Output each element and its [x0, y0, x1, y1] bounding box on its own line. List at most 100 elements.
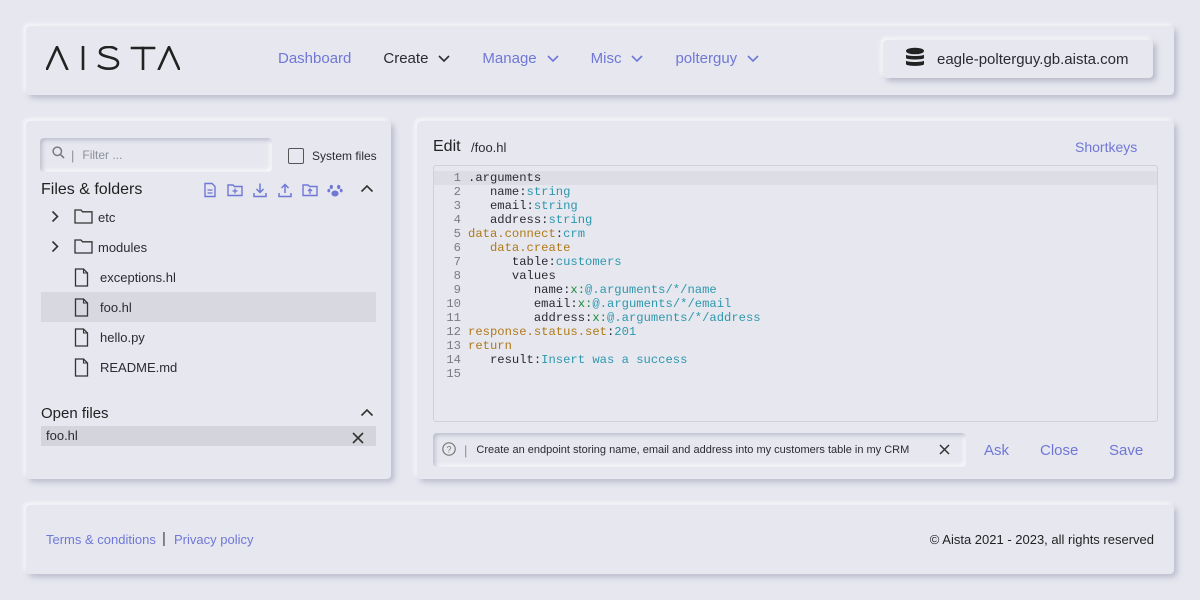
code-line[interactable]: 5 data.connect:crm [434, 227, 585, 241]
line-number: 14 [446, 353, 461, 367]
file-icon [74, 358, 89, 380]
tree-item-label: etc [98, 210, 116, 225]
chevron-up-icon[interactable] [360, 180, 374, 194]
tree-item-modules[interactable]: modules [41, 232, 376, 262]
paw-icon[interactable] [327, 182, 343, 198]
line-number: 3 [453, 199, 461, 213]
upload-folder-icon[interactable] [302, 182, 318, 198]
code-line[interactable]: 2 name:string [434, 185, 571, 199]
save-button[interactable]: Save [1109, 442, 1143, 459]
editor-file-path: /foo.hl [471, 140, 507, 155]
svg-text:?: ? [446, 444, 451, 454]
ai-prompt-field[interactable]: ? | Create an endpoint storing name, ema… [433, 433, 966, 467]
line-number: 6 [453, 241, 461, 255]
code-token: .arguments [468, 171, 542, 185]
folder-icon [74, 208, 93, 227]
terms-link[interactable]: Terms & conditions [46, 532, 156, 547]
line-number: 15 [446, 367, 461, 381]
file-icon [74, 298, 89, 320]
code-line[interactable]: 8 values [434, 269, 556, 283]
line-number: 11 [446, 311, 461, 325]
code-line[interactable]: 10 email:x:@.arguments/*/email [434, 297, 731, 311]
nav-manage[interactable]: Manage [482, 50, 559, 67]
privacy-link[interactable]: Privacy policy [174, 532, 253, 547]
code-token: customers [555, 255, 622, 269]
open-file-item[interactable]: foo.hl [41, 426, 376, 446]
line-number: 7 [453, 255, 461, 269]
code-line[interactable]: 11 address:x:@.arguments/*/address [434, 311, 760, 325]
code-line[interactable]: 9 name:x:@.arguments/*/name [434, 283, 717, 297]
editor-title: Edit [433, 138, 461, 155]
code-line[interactable]: 12 response.status.set:201 [434, 325, 636, 339]
code-line[interactable]: 15 [434, 367, 468, 381]
nav-dashboard-label: Dashboard [278, 50, 352, 67]
nav-create[interactable]: Create [383, 50, 450, 67]
tree-item-etc[interactable]: etc [41, 202, 376, 232]
code-token: x: [570, 283, 586, 297]
code-token: : [526, 199, 534, 213]
download-icon[interactable] [252, 182, 268, 198]
nav-misc[interactable]: Misc [591, 50, 644, 67]
code-token: @.arguments/*/name [585, 283, 717, 297]
code-line[interactable]: 6 data.create [434, 241, 571, 255]
folder-icon [74, 238, 93, 257]
line-number: 1 [453, 171, 461, 185]
code-line[interactable]: 14 result:Insert was a success [434, 353, 687, 367]
ask-button[interactable]: Ask [984, 442, 1009, 459]
code-line[interactable]: 3 email:string [434, 199, 578, 213]
open-files-title: Open files [41, 405, 109, 422]
database-icon [905, 47, 925, 71]
code-token: string [533, 199, 578, 213]
code-token: x: [592, 311, 607, 325]
chevron-right-icon[interactable] [51, 240, 59, 256]
line-number: 9 [453, 283, 461, 297]
clear-icon[interactable] [939, 444, 950, 458]
footer-separator: | [162, 530, 166, 547]
code-token: Insert was a success [541, 353, 688, 367]
system-files-checkbox[interactable] [288, 148, 304, 164]
ai-prompt-text[interactable]: Create an endpoint storing name, email a… [476, 444, 931, 456]
new-file-icon[interactable] [202, 182, 218, 198]
tree-item-label: hello.py [100, 330, 145, 345]
code-token: crm [563, 227, 586, 241]
input-divider: | [464, 442, 468, 458]
new-folder-icon[interactable] [227, 182, 243, 198]
code-token: address [468, 311, 586, 325]
system-files-toggle[interactable]: System files [288, 148, 377, 164]
code-token: address [468, 213, 542, 227]
nav-create-label: Create [383, 50, 429, 67]
upload-icon[interactable] [277, 182, 293, 198]
nav-manage-label: Manage [482, 50, 537, 67]
tree-item-exceptions-hl[interactable]: exceptions.hl [41, 262, 376, 292]
editor-panel: Edit /foo.hl Shortkeys 1 .arguments 2 name… [417, 121, 1174, 479]
code-line[interactable]: 1 .arguments [434, 171, 541, 185]
code-token: values [468, 269, 556, 283]
code-editor[interactable]: 1 .arguments 2 name:string 3 email:string 4 … [433, 165, 1158, 422]
code-line[interactable]: 4 address:string [434, 213, 593, 227]
code-token: : [519, 185, 527, 199]
file-toolbar [202, 182, 343, 198]
nav-dashboard[interactable]: Dashboard [278, 50, 351, 67]
shortkeys-button[interactable]: Shortkeys [1075, 139, 1137, 155]
chevron-right-icon[interactable] [51, 210, 59, 226]
close-icon[interactable] [352, 430, 364, 450]
aista-logo[interactable] [46, 46, 180, 72]
code-token: result [468, 353, 534, 367]
code-line[interactable]: 7 table:customers [434, 255, 622, 269]
close-button[interactable]: Close [1040, 442, 1078, 459]
tree-item-hello-py[interactable]: hello.py [41, 322, 376, 352]
code-token: name [468, 185, 520, 199]
chevron-up-icon[interactable] [360, 404, 374, 418]
code-token: 201 [614, 325, 637, 339]
code-line[interactable]: 13 return [434, 339, 512, 353]
code-token: email [468, 199, 527, 213]
nav-user[interactable]: polterguy [675, 50, 759, 67]
code-token: string [548, 213, 593, 227]
code-token: table [468, 255, 549, 269]
code-token: data.connect [468, 227, 556, 241]
filter-input[interactable] [82, 148, 253, 162]
tree-item-foo-hl[interactable]: foo.hl [41, 292, 376, 322]
tree-item-readme-md[interactable]: README.md [41, 352, 376, 382]
server-selector[interactable]: eagle-polterguy.gb.aista.com [883, 40, 1153, 78]
active-line-highlight [434, 171, 1157, 185]
